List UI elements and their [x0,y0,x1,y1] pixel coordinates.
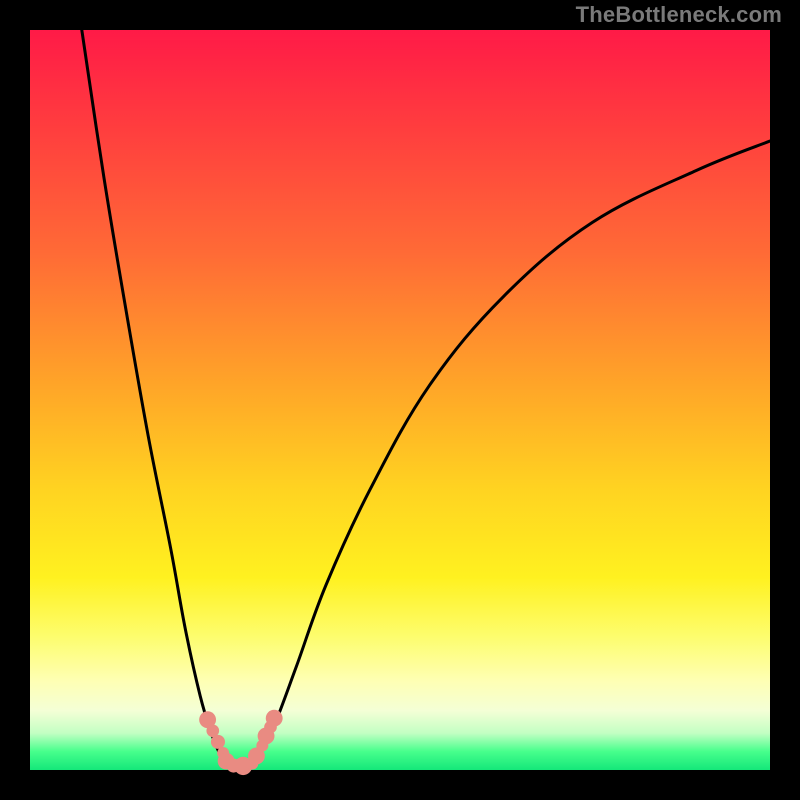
bottleneck-curve-right-branch [252,141,770,766]
curve-svg [30,30,770,770]
trough-marker [266,710,283,727]
bottleneck-curve-left-branch [82,30,230,766]
trough-marker [211,735,225,749]
watermark-text: TheBottleneck.com [576,2,782,28]
chart-frame: TheBottleneck.com [0,0,800,800]
